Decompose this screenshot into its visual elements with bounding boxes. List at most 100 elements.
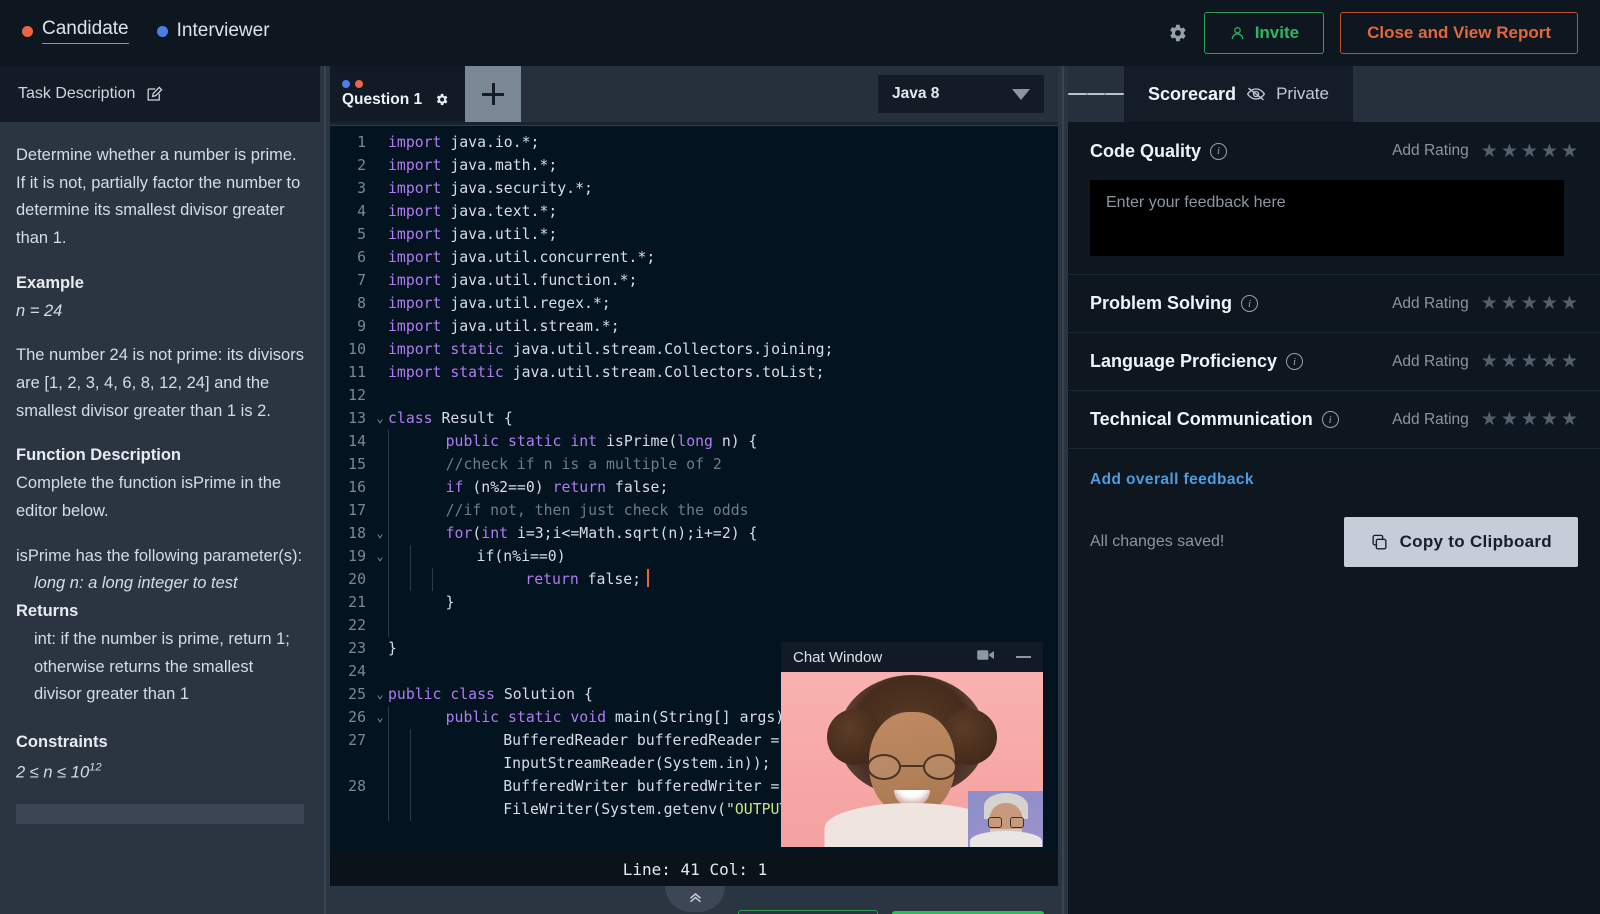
star-2[interactable]: ★ <box>1501 142 1518 161</box>
editor-bottom-bar: Input Output Run Tests Run Code <box>330 886 1060 914</box>
star-1[interactable]: ★ <box>1481 294 1498 313</box>
editor-tab-question-1[interactable]: Question 1 <box>330 66 465 122</box>
info-icon[interactable]: i <box>1322 411 1339 428</box>
code-line[interactable]: 20 return false; <box>330 568 1060 591</box>
code-line[interactable]: 18⌄ for(int i=3;i<=Math.sqrt(n);i+=2) { <box>330 522 1060 545</box>
star-2[interactable]: ★ <box>1501 410 1518 429</box>
star-3[interactable]: ★ <box>1521 294 1538 313</box>
star-5[interactable]: ★ <box>1561 294 1578 313</box>
info-icon[interactable]: i <box>1286 353 1303 370</box>
tab-scorecard[interactable]: Scorecard Private <box>1124 66 1353 122</box>
star-5[interactable]: ★ <box>1561 142 1578 161</box>
star-4[interactable]: ★ <box>1541 294 1558 313</box>
language-select[interactable]: Java 8 <box>878 75 1044 113</box>
fold-toggle-icon[interactable]: ⌄ <box>372 683 388 706</box>
add-rating-label: Add Rating <box>1392 411 1469 429</box>
fold-toggle-icon[interactable]: ⌄ <box>372 545 388 568</box>
copy-to-clipboard-label: Copy to Clipboard <box>1400 532 1552 552</box>
chat-window[interactable]: Chat Window <box>781 642 1043 847</box>
info-icon[interactable]: i <box>1241 295 1258 312</box>
close-and-view-report-button[interactable]: Close and View Report <box>1340 12 1578 54</box>
left-panel-resize-handle[interactable] <box>320 66 330 914</box>
chat-self-view-thumbnail[interactable] <box>968 791 1043 847</box>
avatar-glasses <box>864 754 960 780</box>
rating-stars[interactable]: ★★★★★ <box>1481 410 1578 429</box>
video-camera-button[interactable] <box>976 647 996 668</box>
scorecard-criteria-list: Code QualityiAdd Rating★★★★★Problem Solv… <box>1068 122 1600 449</box>
info-icon[interactable]: i <box>1210 143 1227 160</box>
rating-stars[interactable]: ★★★★★ <box>1481 352 1578 371</box>
code-line[interactable]: 7import java.util.function.*; <box>330 269 1060 292</box>
invite-button[interactable]: Invite <box>1204 12 1324 54</box>
code-line[interactable]: 22 <box>330 614 1060 637</box>
code-line[interactable]: 3import java.security.*; <box>330 177 1060 200</box>
star-4[interactable]: ★ <box>1541 410 1558 429</box>
code-line[interactable]: 21 } <box>330 591 1060 614</box>
editor-tab-label: Question 1 <box>342 91 422 109</box>
code-line[interactable]: 10import static java.util.stream.Collect… <box>330 338 1060 361</box>
code-line[interactable]: 2import java.math.*; <box>330 154 1060 177</box>
code-line[interactable]: 15 //check if n is a multiple of 2 <box>330 453 1060 476</box>
right-panel-resize-handle[interactable] <box>1058 66 1068 914</box>
star-2[interactable]: ★ <box>1501 352 1518 371</box>
star-4[interactable]: ★ <box>1541 352 1558 371</box>
role-tab-interviewer[interactable]: Interviewer <box>157 20 270 46</box>
indent-guides <box>388 591 410 614</box>
star-3[interactable]: ★ <box>1521 142 1538 161</box>
add-overall-feedback-link[interactable]: Add overall feedback <box>1068 449 1600 489</box>
star-3[interactable]: ★ <box>1521 352 1538 371</box>
constraints-continued-placeholder <box>16 804 304 824</box>
pencil-edit-icon[interactable] <box>145 85 164 104</box>
code-line[interactable]: 5import java.util.*; <box>330 223 1060 246</box>
code-line[interactable]: 14 public static int isPrime(long n) { <box>330 430 1060 453</box>
chat-main-video[interactable] <box>781 672 1043 847</box>
console-expand-button[interactable] <box>665 886 725 912</box>
code-line[interactable]: 6import java.util.concurrent.*; <box>330 246 1060 269</box>
role-tab-candidate[interactable]: Candidate <box>22 18 129 48</box>
indent-guides <box>388 522 410 545</box>
star-1[interactable]: ★ <box>1481 352 1498 371</box>
criterion-feedback-input[interactable] <box>1090 180 1564 256</box>
code-line[interactable]: 4import java.text.*; <box>330 200 1060 223</box>
indent-guides <box>388 545 432 568</box>
star-4[interactable]: ★ <box>1541 142 1558 161</box>
fold-toggle-icon[interactable]: ⌄ <box>372 706 388 729</box>
star-5[interactable]: ★ <box>1561 352 1578 371</box>
copy-to-clipboard-button[interactable]: Copy to Clipboard <box>1344 517 1578 567</box>
indent-guides <box>388 775 432 821</box>
scorecard-menu-button[interactable] <box>1068 66 1124 122</box>
code-line[interactable]: 16 if (n%2==0) return false; <box>330 476 1060 499</box>
code-line[interactable]: 19⌄ if(n%i==0) <box>330 545 1060 568</box>
code-line[interactable]: 12 <box>330 384 1060 407</box>
fold-toggle-icon[interactable]: ⌄ <box>372 407 388 430</box>
star-1[interactable]: ★ <box>1481 142 1498 161</box>
minimize-icon[interactable] <box>1016 656 1031 659</box>
code-line[interactable]: 9import java.util.stream.*; <box>330 315 1060 338</box>
fold-spacer <box>372 246 388 269</box>
star-3[interactable]: ★ <box>1521 410 1538 429</box>
run-tests-button[interactable]: Run Tests <box>738 910 879 914</box>
code-text: //if not, then just check the odds <box>410 499 749 522</box>
code-line[interactable]: 1import java.io.*; <box>330 131 1060 154</box>
code-line[interactable]: 8import java.util.regex.*; <box>330 292 1060 315</box>
star-1[interactable]: ★ <box>1481 410 1498 429</box>
params-intro: isPrime has the following parameter(s): <box>16 543 304 571</box>
code-line[interactable]: 17 //if not, then just check the odds <box>330 499 1060 522</box>
code-line[interactable]: 11import static java.util.stream.Collect… <box>330 361 1060 384</box>
line-number: 23 <box>330 637 372 660</box>
fold-toggle-icon[interactable]: ⌄ <box>372 522 388 545</box>
gear-icon[interactable] <box>434 92 449 107</box>
task-description-title: Task Description <box>18 85 135 103</box>
code-line[interactable]: 13⌄class Result { <box>330 407 1060 430</box>
star-2[interactable]: ★ <box>1501 294 1518 313</box>
fold-spacer <box>372 292 388 315</box>
star-5[interactable]: ★ <box>1561 410 1578 429</box>
video-camera-icon <box>976 647 996 663</box>
code-text: BufferedReader bufferedReader = ne Input… <box>432 729 806 775</box>
add-question-tab-button[interactable] <box>465 66 521 122</box>
rating-stars[interactable]: ★★★★★ <box>1481 294 1578 313</box>
run-code-button[interactable]: Run Code <box>892 911 1044 914</box>
rating-stars[interactable]: ★★★★★ <box>1481 142 1578 161</box>
gear-icon[interactable] <box>1166 22 1188 44</box>
fold-spacer <box>372 499 388 522</box>
